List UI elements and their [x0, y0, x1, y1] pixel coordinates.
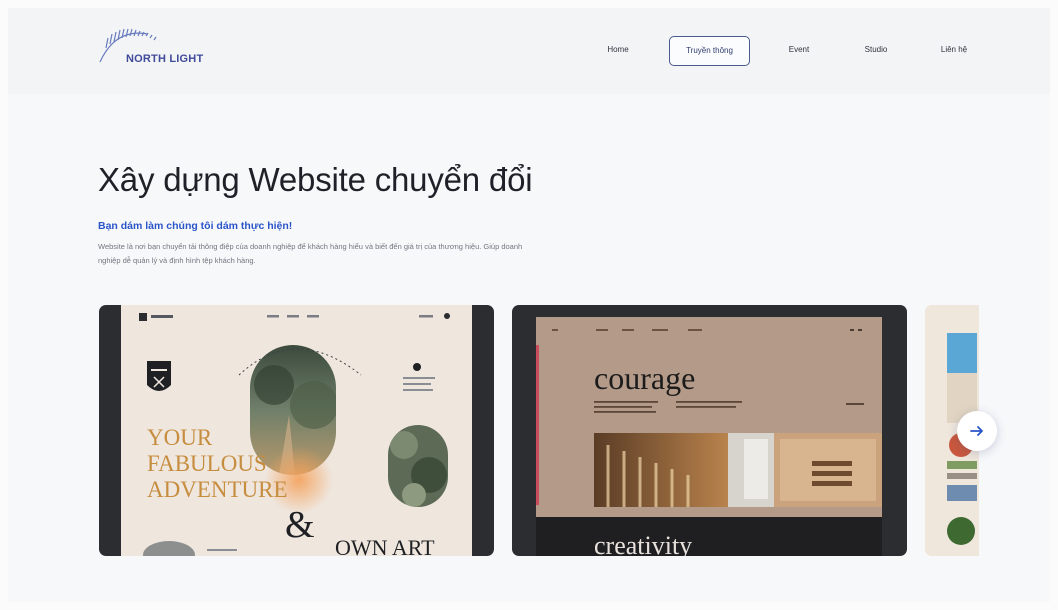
portfolio-carousel: YOUR FABULOUS ADVENTURE & OWN ART courag… — [99, 305, 979, 557]
arrow-right-icon — [970, 426, 983, 436]
brand-name: NORTH LIGHT — [126, 53, 204, 65]
portfolio-card-courage[interactable]: courage creativity — [512, 305, 907, 556]
portfolio-card-adventure[interactable]: YOUR FABULOUS ADVENTURE & OWN ART — [99, 305, 494, 556]
adventure-headline-line-1: YOUR — [147, 425, 213, 450]
adventure-headline-line-2: FABULOUS — [147, 451, 267, 476]
carousel-next-button[interactable] — [957, 411, 997, 451]
main-nav: Home Truyền thông Event Studio Liên hệ — [593, 36, 983, 66]
nav-item-lien-he[interactable]: Liên hệ — [933, 36, 975, 64]
nav-item-studio[interactable]: Studio — [855, 36, 897, 64]
nav-item-truyen-thong[interactable]: Truyền thông — [669, 36, 750, 66]
courage-footer-word: creativity — [594, 531, 692, 556]
courage-preview-image: courage creativity — [536, 317, 882, 556]
nav-item-home[interactable]: Home — [593, 36, 643, 64]
courage-headline: courage — [594, 360, 695, 396]
page: NORTH LIGHT Home Truyền thông Event Stud… — [8, 8, 1050, 602]
page-title: Xây dựng Website chuyển đổi — [98, 161, 533, 198]
hero-description: Website là nơi bạn chuyển tải thông điệp… — [98, 242, 523, 265]
adventure-headline-line-3: ADVENTURE — [147, 477, 288, 502]
brand-logo[interactable]: NORTH LIGHT — [96, 24, 226, 76]
hero-subtitle: Bạn dám làm chúng tôi dám thực hiện! — [98, 220, 293, 232]
adventure-preview-image: YOUR FABULOUS ADVENTURE & OWN ART — [121, 305, 472, 556]
nav-item-event[interactable]: Event — [778, 36, 820, 64]
site-header: NORTH LIGHT Home Truyền thông Event Stud… — [8, 8, 1050, 94]
adventure-ampersand: & — [285, 504, 315, 546]
adventure-headline-line-4: OWN ART — [335, 535, 435, 556]
